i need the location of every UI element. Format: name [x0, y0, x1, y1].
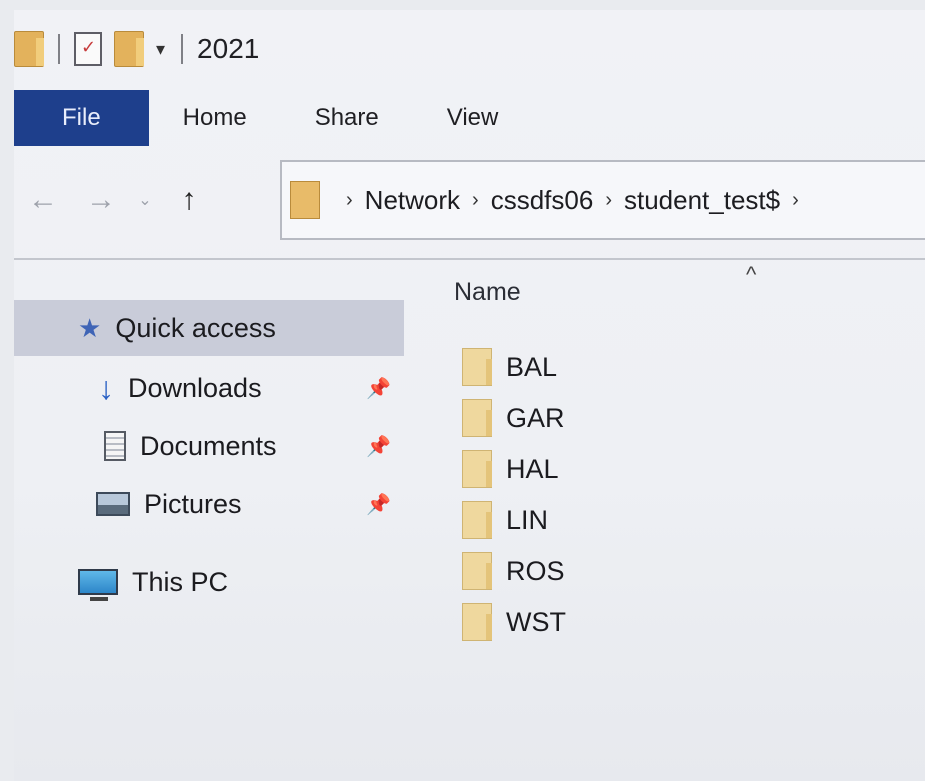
folder-icon: [462, 552, 492, 590]
list-item[interactable]: BAL: [462, 344, 762, 390]
folder-name: WST: [506, 606, 566, 637]
forward-arrow-icon[interactable]: →: [72, 183, 130, 217]
list-item[interactable]: GAR: [462, 395, 762, 441]
star-icon: ★: [78, 312, 102, 343]
properties-icon[interactable]: [74, 32, 102, 66]
address-bar[interactable]: › Network › cssdfs06 › student_test$ ›: [280, 160, 925, 240]
pictures-icon: [96, 492, 130, 516]
folder-icon: [462, 501, 492, 539]
breadcrumb-cssdfs06[interactable]: cssdfs06: [491, 185, 594, 216]
folder-name: HAL: [506, 453, 559, 484]
folder-icon[interactable]: [14, 31, 44, 67]
separator: [181, 34, 184, 64]
column-header-name[interactable]: Name: [454, 278, 521, 307]
tab-view[interactable]: View: [413, 90, 533, 146]
separator: [58, 34, 60, 64]
navigation-pane: ★ Quick access ↓ Downloads 📌 Documents 📌…: [14, 290, 404, 690]
title-bar: ▾ 2021: [14, 10, 925, 88]
window-title: 2021: [197, 33, 260, 64]
nav-quick-access[interactable]: ★ Quick access: [14, 300, 404, 356]
folder-name: GAR: [506, 402, 565, 433]
pin-icon[interactable]: 📌: [366, 434, 391, 459]
list-item[interactable]: LIN: [462, 497, 762, 543]
chevron-right-icon[interactable]: ›: [605, 189, 612, 212]
download-arrow-icon: ↓: [98, 369, 114, 406]
computer-icon: [78, 569, 118, 601]
file-explorer-window: ▾ 2021 File Home Share View ← → ⌄ ↑ › Ne…: [14, 10, 925, 781]
pin-icon[interactable]: 📌: [366, 492, 391, 517]
chevron-right-icon[interactable]: ›: [792, 189, 799, 212]
nav-label: Downloads: [128, 372, 262, 403]
list-item[interactable]: HAL: [462, 446, 762, 492]
folder-icon: [462, 399, 492, 437]
pin-icon[interactable]: 📌: [366, 376, 391, 401]
list-item[interactable]: WST: [462, 599, 762, 645]
nav-label: Documents: [140, 430, 277, 461]
nav-pictures[interactable]: Pictures 📌: [14, 476, 404, 532]
navigation-row: ← → ⌄ ↑ › Network › cssdfs06 › student_t…: [14, 160, 925, 240]
nav-downloads[interactable]: ↓ Downloads 📌: [14, 360, 404, 416]
chevron-right-icon[interactable]: ›: [472, 189, 479, 212]
back-arrow-icon[interactable]: ←: [14, 183, 72, 217]
breadcrumb-student-test[interactable]: student_test$: [624, 185, 780, 216]
list-item[interactable]: ROS: [462, 548, 762, 594]
folder-icon: [462, 603, 492, 641]
folder-name: BAL: [506, 351, 558, 382]
breadcrumb-network[interactable]: Network: [365, 185, 460, 216]
nav-documents[interactable]: Documents 📌: [14, 418, 404, 474]
customize-quick-access-dropdown-icon[interactable]: ▾: [156, 39, 165, 60]
folder-icon: [290, 181, 320, 219]
tab-home[interactable]: Home: [149, 90, 281, 146]
recent-locations-chevron-icon[interactable]: ⌄: [130, 190, 160, 210]
ribbon-tabs: File Home Share View: [14, 90, 925, 146]
nav-label: Quick access: [115, 312, 276, 343]
document-icon: [104, 431, 126, 461]
new-folder-icon[interactable]: [114, 31, 144, 67]
nav-this-pc[interactable]: This PC: [14, 554, 404, 610]
tab-share[interactable]: Share: [281, 90, 413, 146]
tab-file[interactable]: File: [14, 90, 149, 146]
file-list: Name BAL GAR HAL LIN ROS WST: [454, 278, 914, 678]
folder-icon: [462, 348, 492, 386]
up-arrow-icon[interactable]: ↑: [160, 183, 218, 217]
folder-name: LIN: [506, 504, 549, 535]
divider: [14, 258, 925, 260]
folder-name: ROS: [506, 555, 565, 586]
folder-icon: [462, 450, 492, 488]
nav-label: Pictures: [144, 488, 242, 519]
nav-label: This PC: [132, 566, 229, 597]
chevron-right-icon[interactable]: ›: [346, 189, 353, 212]
